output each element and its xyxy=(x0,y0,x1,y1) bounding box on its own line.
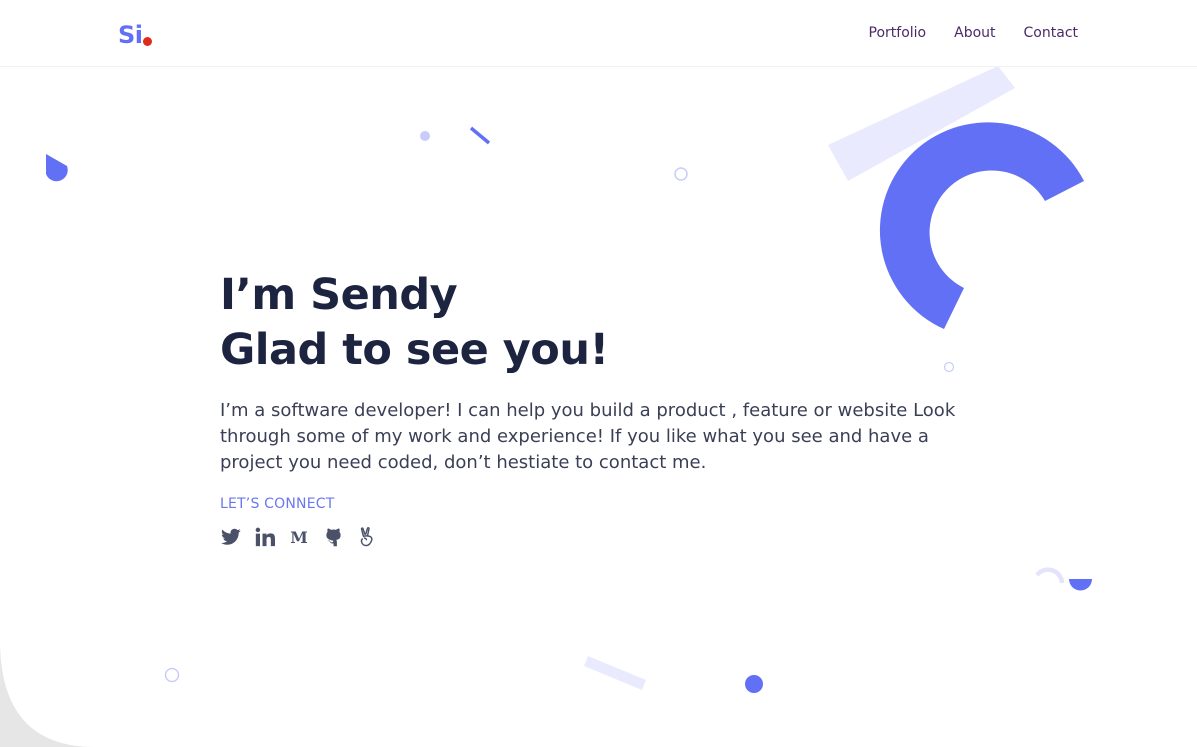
angellist-icon[interactable] xyxy=(356,526,378,548)
hero-title: I’m Sendy Glad to see you! xyxy=(220,268,1000,378)
outline-circle-shape xyxy=(674,167,688,181)
hero-title-line-1: I’m Sendy xyxy=(220,270,458,320)
nav-about-link[interactable]: About xyxy=(954,24,995,42)
dash-shape xyxy=(469,126,491,145)
bottom-blue-dot-shape xyxy=(745,675,763,693)
social-links: M xyxy=(220,526,1000,548)
hero-title-line-2: Glad to see you! xyxy=(220,325,609,375)
logo-dot xyxy=(143,37,152,46)
github-icon[interactable] xyxy=(322,526,344,548)
bottom-light-bar-shape xyxy=(584,656,646,690)
svg-text:M: M xyxy=(290,528,308,546)
corner-blob-shape xyxy=(0,640,95,747)
hero-description: I’m a software developer! I can help you… xyxy=(220,400,956,473)
hero-section: I’m Sendy Glad to see you! I’m a softwar… xyxy=(220,268,1000,548)
connect-label: LET’S CONNECT xyxy=(220,496,335,512)
small-arc-shape xyxy=(1035,567,1065,584)
site-header: Si Portfolio About Contact xyxy=(0,0,1197,67)
linkedin-icon[interactable] xyxy=(254,526,276,548)
small-half-disc-shape xyxy=(1069,579,1092,591)
twitter-icon[interactable] xyxy=(220,526,242,548)
logo[interactable]: Si xyxy=(118,21,143,49)
bottom-outline-circle-shape xyxy=(164,667,180,683)
page: Si Portfolio About Contact I’m Sendy Gla… xyxy=(0,0,1197,747)
half-circle-shape xyxy=(46,154,68,182)
medium-icon[interactable]: M xyxy=(288,526,310,548)
small-dot-shape xyxy=(420,131,430,141)
nav-portfolio-link[interactable]: Portfolio xyxy=(869,24,927,42)
nav-contact-link[interactable]: Contact xyxy=(1024,24,1078,42)
main-nav: Portfolio About Contact xyxy=(869,24,1078,42)
